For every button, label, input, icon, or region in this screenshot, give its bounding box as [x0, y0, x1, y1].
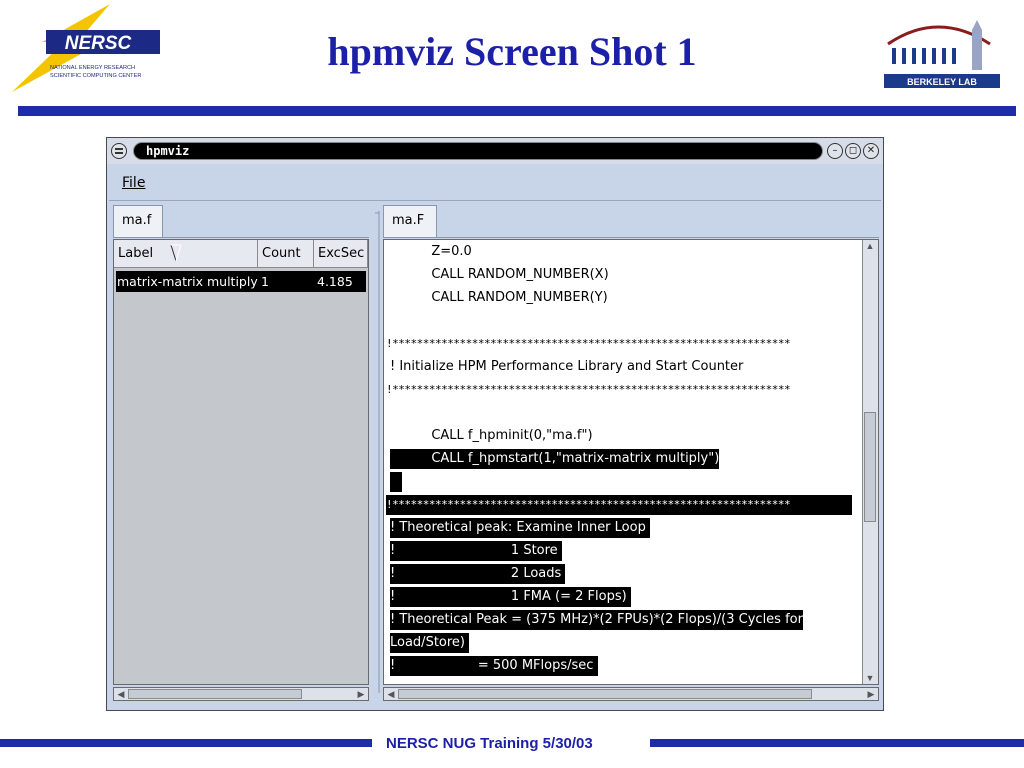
left-scroll-thumb[interactable]: [128, 689, 302, 699]
pane-splitter[interactable]: [375, 203, 383, 703]
berkeley-lab-logo: BERKELEY LAB: [884, 20, 1000, 88]
footer-rule-left: [0, 739, 372, 747]
scroll-up-icon[interactable]: ▲: [863, 240, 877, 252]
menubar: File: [109, 166, 881, 201]
summary-list[interactable]: Label Count ExcSec matrix-matrix multipl…: [113, 239, 369, 685]
code-line[interactable]: Z=0.0: [390, 242, 471, 262]
code-line[interactable]: !***************************************…: [386, 334, 852, 354]
footer-rule-right: [650, 739, 1024, 747]
code-line[interactable]: ! Theoretical Peak = (375 MHz)*(2 FPUs)*…: [390, 610, 803, 630]
header-rule: [18, 106, 1016, 116]
code-line[interactable]: !***************************************…: [386, 380, 852, 400]
code-line[interactable]: Load/Store): [390, 633, 470, 653]
menu-file[interactable]: File: [122, 175, 145, 191]
right-horizontal-scrollbar[interactable]: ◀ ▶: [383, 687, 879, 701]
close-icon[interactable]: ✕: [863, 143, 879, 159]
source-code-view[interactable]: ! = 500 MFlops/sec Load/Store) ! Theoret…: [383, 239, 879, 685]
tab-ma-f[interactable]: ma.f: [113, 205, 163, 237]
code-line[interactable]: ! 2 Loads: [390, 564, 566, 584]
scroll-right-icon[interactable]: ▶: [864, 688, 878, 700]
right-vertical-scrollbar[interactable]: ▲ ▼: [862, 240, 878, 684]
code-line[interactable]: CALL f_hpmstart(1,"matrix-matrix multipl…: [390, 449, 720, 469]
code-line[interactable]: CALL RANDOM_NUMBER(Y): [390, 288, 607, 308]
table-row[interactable]: matrix-matrix multiply 1 4.185: [116, 271, 366, 292]
left-horizontal-scrollbar[interactable]: ◀ ▶: [113, 687, 369, 701]
tab-ma-F[interactable]: ma.F: [383, 205, 437, 237]
berkeley-lab-logo-text: BERKELEY LAB: [907, 77, 977, 87]
window-menu-icon[interactable]: [111, 143, 127, 159]
code-line[interactable]: !***************************************…: [386, 495, 852, 515]
scroll-left-icon[interactable]: ◀: [114, 688, 128, 700]
slide-title: hpmviz Screen Shot 1: [327, 29, 697, 74]
code-line[interactable]: CALL f_hpminit(0,"ma.f"): [390, 426, 592, 446]
code-line[interactable]: ! Theoretical peak: Examine Inner Loop: [390, 518, 650, 538]
row-label: matrix-matrix multiply: [117, 274, 258, 289]
title-pill[interactable]: hpmviz: [133, 142, 823, 160]
column-header-label-text: Label: [118, 246, 154, 261]
minimize-icon[interactable]: –: [827, 143, 843, 159]
tab-ma-f-label: ma.f: [122, 213, 152, 228]
code-line[interactable]: ! = 500 MFlops/sec: [390, 656, 598, 676]
code-line[interactable]: [390, 472, 403, 492]
code-line[interactable]: ! 1 FMA (= 2 Flops): [390, 587, 631, 607]
scroll-left-icon[interactable]: ◀: [384, 688, 398, 700]
right-scroll-thumb[interactable]: [398, 689, 812, 699]
column-header-excsec[interactable]: ExcSec: [314, 240, 368, 268]
scroll-right-icon[interactable]: ▶: [354, 688, 368, 700]
tab-ma-F-label: ma.F: [392, 213, 425, 228]
maximize-icon[interactable]: ◻: [845, 143, 861, 159]
right-vscroll-thumb[interactable]: [864, 412, 876, 522]
code-line[interactable]: CALL RANDOM_NUMBER(X): [390, 265, 608, 285]
hpmviz-window: hpmviz – ◻ ✕ File ma.f Label Count ExcSe…: [106, 137, 884, 711]
right-tabstrip: ma.F: [383, 203, 879, 238]
code-line[interactable]: ! 1 Store: [390, 541, 562, 561]
slide-footer: NERSC NUG Training 5/30/03: [386, 735, 593, 752]
window-title: hpmviz: [146, 144, 190, 158]
menu-file-label: File: [122, 175, 146, 191]
column-header-count-text: Count: [262, 246, 301, 261]
right-pane: ma.F ! = 500 MFlops/sec Load/Store) ! Th…: [383, 203, 879, 703]
code-line[interactable]: ! Initialize HPM Performance Library and…: [390, 357, 743, 377]
sort-indicator-icon: [170, 244, 182, 262]
scroll-down-icon[interactable]: ▼: [863, 672, 877, 684]
row-excsec: 4.185: [317, 274, 353, 289]
column-header-label[interactable]: Label: [114, 240, 258, 268]
left-pane: ma.f Label Count ExcSec matrix-matrix mu…: [113, 203, 369, 703]
left-tabstrip: ma.f: [113, 203, 369, 238]
window-titlebar[interactable]: hpmviz – ◻ ✕: [107, 138, 883, 164]
column-header-excsec-text: ExcSec: [318, 246, 365, 261]
column-header-count[interactable]: Count: [258, 240, 314, 268]
row-count: 1: [261, 274, 269, 289]
